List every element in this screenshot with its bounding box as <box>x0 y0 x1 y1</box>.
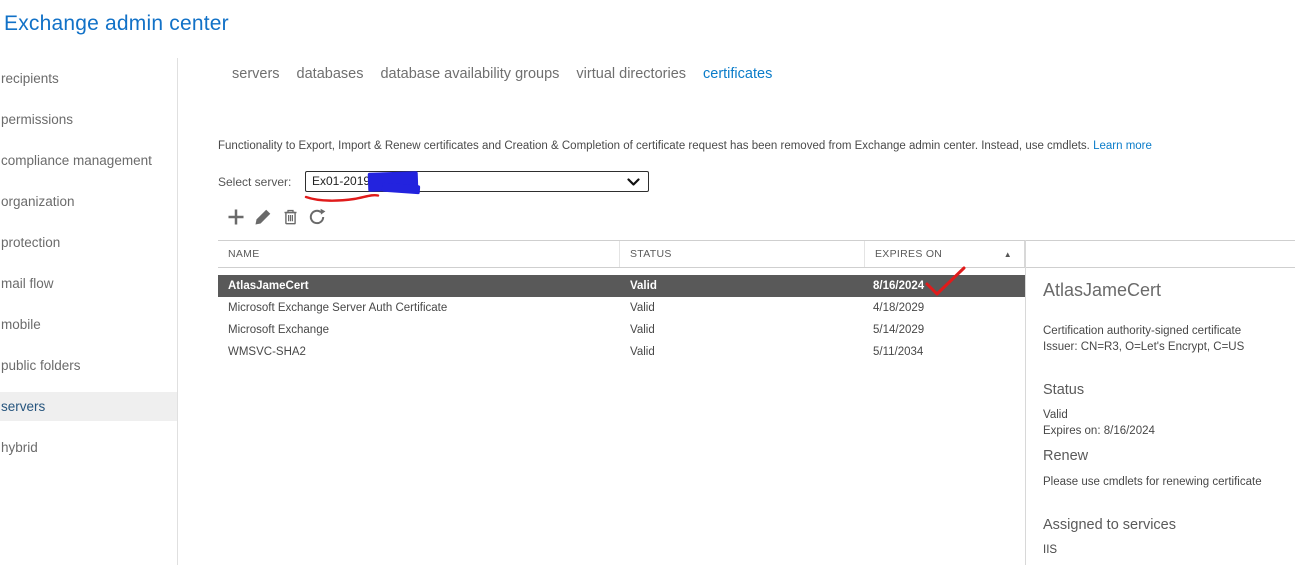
table-row[interactable]: WMSVC-SHA2 Valid 5/11/2034 <box>218 341 1025 363</box>
select-server-dropdown[interactable]: Ex01-2019. <box>305 171 649 195</box>
trash-icon <box>284 209 296 225</box>
sidebar-item-compliance-management[interactable]: compliance management <box>0 146 177 175</box>
learn-more-link[interactable]: Learn more <box>1093 140 1152 152</box>
sort-ascending-icon: ▲ <box>1003 250 1012 259</box>
sidebar-item-public-folders[interactable]: public folders <box>0 351 177 380</box>
exchange-admin-center-page: Exchange admin center recipients permiss… <box>0 0 1295 565</box>
cert-type-line: Certification authority-signed certifica… <box>1043 325 1242 337</box>
select-server-label: Select server: <box>218 175 292 189</box>
chevron-down-icon <box>627 178 640 186</box>
tab-certificates[interactable]: certificates <box>703 66 772 82</box>
tab-servers[interactable]: servers <box>232 66 280 82</box>
column-header-name[interactable]: NAME <box>218 241 620 267</box>
details-status-block: Valid Expires on: 8/16/2024 <box>1043 407 1287 439</box>
cert-name: WMSVC-SHA2 <box>228 346 306 358</box>
sidebar-item-recipients[interactable]: recipients <box>0 64 177 93</box>
table-header: NAME STATUS EXPIRES ON ▲ <box>218 241 1295 268</box>
toolbar <box>218 206 327 228</box>
cert-status: Valid <box>630 280 657 292</box>
cert-expires: 5/11/2034 <box>873 346 924 358</box>
details-renew-heading: Renew <box>1043 448 1089 464</box>
assigned-services-value: IIS <box>1043 544 1058 556</box>
table-body: AtlasJameCert Valid 8/16/2024 Microsoft … <box>218 275 1025 363</box>
notice-text: Functionality to Export, Import & Renew … <box>218 140 1090 152</box>
column-header-expires-on-label: EXPIRES ON <box>875 248 943 260</box>
details-pane: AtlasJameCert Certification authority-si… <box>1043 280 1287 558</box>
sidebar-item-organization[interactable]: organization <box>0 187 177 216</box>
expires-on-line: Expires on: 8/16/2024 <box>1043 425 1155 437</box>
details-pane-divider <box>1025 240 1026 565</box>
sidebar-item-mobile[interactable]: mobile <box>0 310 177 339</box>
sidebar-item-protection[interactable]: protection <box>0 228 177 257</box>
sidebar-item-mail-flow[interactable]: mail flow <box>0 269 177 298</box>
table-row[interactable]: Microsoft Exchange Server Auth Certifica… <box>218 297 1025 319</box>
red-underline-annotation <box>304 193 380 202</box>
cert-status: Valid <box>630 346 655 358</box>
details-status-heading: Status <box>1043 382 1085 398</box>
tab-virtual-directories[interactable]: virtual directories <box>576 66 686 82</box>
details-cert-type: Certification authority-signed certifica… <box>1043 323 1287 355</box>
sidebar-item-permissions[interactable]: permissions <box>0 105 177 134</box>
status-value: Valid <box>1043 409 1068 421</box>
refresh-icon <box>309 208 326 225</box>
plus-icon <box>228 209 244 225</box>
cert-issuer-line: Issuer: CN=R3, O=Let's Encrypt, C=US <box>1043 341 1245 353</box>
notice-bar: Functionality to Export, Import & Renew … <box>218 140 1152 152</box>
details-assigned-heading: Assigned to services <box>1043 517 1176 533</box>
cert-status: Valid <box>630 302 655 314</box>
cert-expires: 5/14/2029 <box>873 324 925 336</box>
cert-expires: 4/18/2029 <box>873 302 925 314</box>
column-header-status[interactable]: STATUS <box>620 241 865 267</box>
edit-button[interactable] <box>253 206 273 228</box>
cert-name: Microsoft Exchange Server Auth Certifica… <box>228 302 448 314</box>
table-row[interactable]: Microsoft Exchange Valid 5/14/2029 <box>218 319 1025 341</box>
add-button[interactable] <box>226 206 246 228</box>
tab-database-availability-groups[interactable]: database availability groups <box>380 66 559 82</box>
tab-bar: servers databases database availability … <box>218 66 772 82</box>
table-row[interactable]: AtlasJameCert Valid 8/16/2024 <box>218 275 1025 297</box>
sidebar-item-servers[interactable]: servers <box>0 392 177 421</box>
sidebar: recipients permissions compliance manage… <box>0 58 178 565</box>
main-content: servers databases database availability … <box>218 58 1295 565</box>
page-title: Exchange admin center <box>4 12 229 35</box>
pencil-icon <box>255 209 271 225</box>
cert-status: Valid <box>630 324 655 336</box>
details-title: AtlasJameCert <box>1043 280 1162 300</box>
red-checkmark-annotation <box>925 266 966 296</box>
tab-databases[interactable]: databases <box>297 66 364 82</box>
cert-name: AtlasJameCert <box>228 280 309 292</box>
select-server-value: Ex01-2019. <box>312 174 374 188</box>
delete-button[interactable] <box>280 206 300 228</box>
renew-instruction: Please use cmdlets for renewing certific… <box>1043 476 1262 488</box>
blue-redaction-scribble-tail <box>381 182 421 195</box>
cert-name: Microsoft Exchange <box>228 324 329 336</box>
sidebar-item-hybrid[interactable]: hybrid <box>0 433 177 462</box>
refresh-button[interactable] <box>307 206 327 228</box>
